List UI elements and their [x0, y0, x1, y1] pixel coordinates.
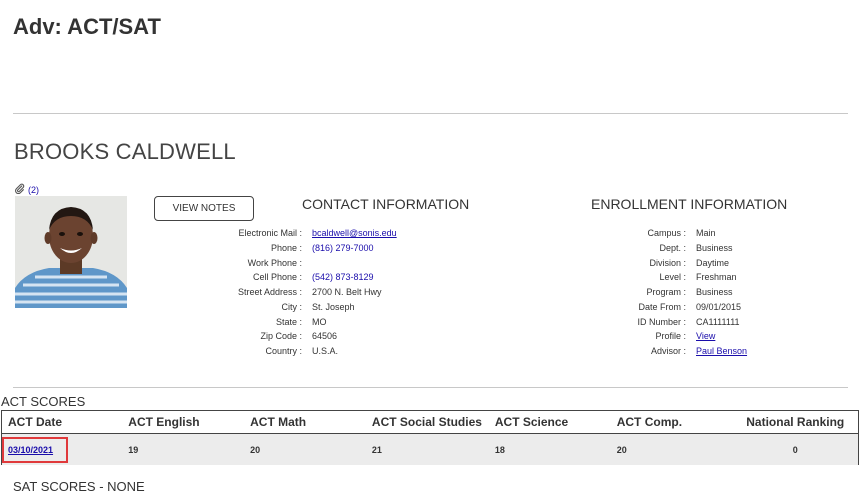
- act-date-link[interactable]: 03/10/2021: [8, 445, 53, 455]
- enrollment-level-row: Level : Freshman: [598, 270, 747, 285]
- enrollment-profile-row: Profile : View: [598, 329, 747, 344]
- student-name: BROOKS CALDWELL: [14, 139, 236, 164]
- enrollment-dept-row: Dept. : Business: [598, 241, 747, 256]
- zip-code-value: 64506: [312, 331, 338, 342]
- cell-phone-value: (542) 873-8129: [312, 272, 374, 283]
- enrollment-program-row: Program : Business: [598, 285, 747, 300]
- zip-code-label: Zip Code :: [260, 331, 302, 342]
- table-row: 03/10/2021 19 20 21 18 20 0: [1, 433, 859, 465]
- advisor-link[interactable]: Paul Benson: [696, 344, 747, 359]
- enrollment-division-row: Division : Daytime: [598, 256, 747, 271]
- col-national-ranking: National Ranking: [732, 410, 859, 434]
- sat-scores-title: SAT SCORES - NONE: [13, 479, 145, 494]
- contact-email-row: Electronic Mail : bcaldwell@sonis.edu: [233, 226, 397, 241]
- contact-city-row: City : St. Joseph: [233, 300, 397, 315]
- contact-work-phone-row: Work Phone :: [233, 256, 397, 271]
- contact-country-row: Country : U.S.A.: [233, 344, 397, 359]
- country-value: U.S.A.: [312, 346, 339, 356]
- profile-label: Profile :: [655, 331, 686, 342]
- contact-zip-row: Zip Code : 64506: [233, 329, 397, 344]
- program-value: Business: [696, 287, 733, 297]
- act-social-studies-cell: 21: [365, 433, 489, 465]
- work-phone-label: Work Phone :: [247, 257, 302, 268]
- date-from-value: 09/01/2015: [696, 301, 742, 312]
- advisor-label: Advisor :: [650, 346, 686, 356]
- city-label: City :: [281, 301, 302, 312]
- enrollment-information-list: Campus : Main Dept. : Business Division …: [598, 226, 747, 359]
- student-photo: [15, 196, 127, 308]
- enrollment-campus-row: Campus : Main: [598, 226, 747, 241]
- attachments-link[interactable]: (2): [14, 183, 39, 196]
- program-label: Program :: [646, 287, 686, 297]
- contact-street-row: Street Address : 2700 N. Belt Hwy: [233, 285, 397, 300]
- act-header-row: ACT Date ACT English ACT Math ACT Social…: [1, 410, 859, 434]
- enrollment-advisor-row: Advisor : Paul Benson: [598, 344, 747, 359]
- profile-view-link[interactable]: View: [696, 329, 715, 344]
- dept-value: Business: [696, 242, 733, 253]
- cell-phone-label: Cell Phone :: [252, 272, 302, 283]
- col-act-social-studies: ACT Social Studies: [365, 410, 489, 434]
- act-comp-cell: 20: [610, 433, 733, 465]
- col-act-science: ACT Science: [488, 410, 611, 434]
- division-label: Division :: [649, 257, 686, 268]
- act-english-cell: 19: [122, 433, 245, 465]
- view-notes-button[interactable]: VIEW NOTES: [154, 196, 254, 221]
- contact-state-row: State : MO: [233, 315, 397, 330]
- enrollment-information-heading: ENROLLMENT INFORMATION: [591, 196, 788, 212]
- act-science-cell: 18: [488, 433, 611, 465]
- id-number-value: CA1111111: [696, 316, 740, 327]
- level-label: Level :: [659, 272, 686, 283]
- country-label: Country :: [265, 346, 302, 356]
- page-title: Adv: ACT/SAT: [13, 14, 161, 39]
- level-value: Freshman: [696, 272, 737, 283]
- contact-phone-row: Phone : (816) 279-7000: [233, 241, 397, 256]
- email-link[interactable]: bcaldwell@sonis.edu: [312, 226, 397, 241]
- attachments-count: (2): [28, 184, 39, 195]
- email-label: Electronic Mail :: [238, 228, 302, 238]
- act-math-cell: 20: [244, 433, 366, 465]
- dept-label: Dept. :: [659, 242, 686, 253]
- phone-value: (816) 279-7000: [312, 242, 374, 253]
- col-act-comp: ACT Comp.: [610, 410, 733, 434]
- street-address-label: Street Address :: [237, 287, 302, 297]
- col-act-math: ACT Math: [244, 410, 366, 434]
- col-act-english: ACT English: [122, 410, 245, 434]
- enrollment-id-row: ID Number : CA1111111: [598, 315, 747, 330]
- act-scores-title: ACT SCORES: [1, 394, 86, 409]
- contact-information-heading: CONTACT INFORMATION: [302, 196, 470, 212]
- campus-value: Main: [696, 228, 716, 238]
- header-divider: [13, 113, 848, 114]
- campus-label: Campus :: [647, 228, 686, 238]
- state-label: State :: [275, 316, 302, 327]
- street-address-value: 2700 N. Belt Hwy: [312, 287, 382, 297]
- act-date-cell: 03/10/2021: [1, 433, 123, 465]
- date-from-label: Date From :: [638, 301, 686, 312]
- phone-label: Phone :: [270, 242, 302, 253]
- section-divider: [13, 387, 848, 388]
- enrollment-date-from-row: Date From : 09/01/2015: [598, 300, 747, 315]
- contact-information-list: Electronic Mail : bcaldwell@sonis.edu Ph…: [233, 226, 397, 359]
- id-number-label: ID Number :: [637, 316, 686, 327]
- state-value: MO: [312, 316, 327, 327]
- paperclip-icon: [14, 183, 25, 196]
- national-ranking-cell: 0: [732, 433, 859, 465]
- contact-cell-phone-row: Cell Phone : (542) 873-8129: [233, 270, 397, 285]
- city-value: St. Joseph: [312, 301, 355, 312]
- act-scores-table: ACT Date ACT English ACT Math ACT Social…: [1, 410, 859, 465]
- division-value: Daytime: [696, 257, 730, 268]
- col-act-date: ACT Date: [1, 410, 123, 434]
